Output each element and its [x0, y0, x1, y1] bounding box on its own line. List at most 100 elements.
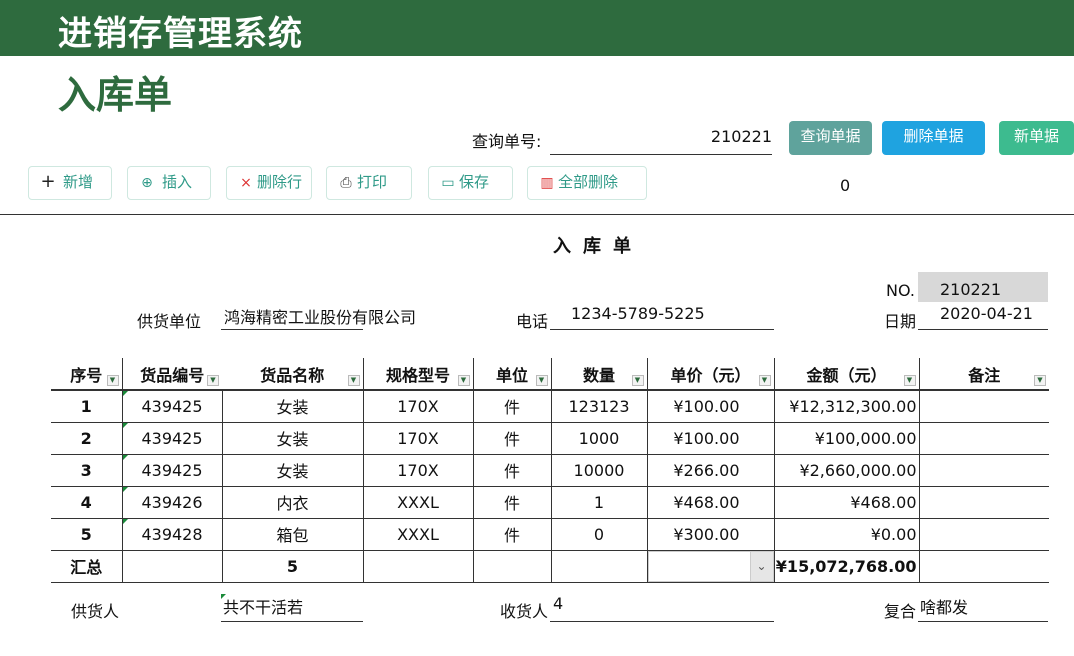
cell-unit[interactable]: 件	[472, 454, 551, 487]
supplier-label: 供货单位	[137, 312, 202, 331]
cell-code[interactable]: 439425	[121, 454, 222, 487]
cell-qty[interactable]: 0	[550, 518, 647, 551]
cell-code[interactable]: 439425	[121, 390, 222, 423]
checker-label: 复合	[884, 602, 917, 621]
cell-qty[interactable]: 1000	[550, 422, 647, 455]
col-header-price[interactable]: 单价（元） ▼	[646, 358, 774, 391]
cell-amount[interactable]: ¥2,660,000.00	[773, 454, 919, 487]
cell-price[interactable]: ¥468.00	[646, 486, 774, 519]
delete-document-button[interactable]: 删除单据	[882, 121, 985, 155]
receiver-field[interactable]: 4	[550, 594, 774, 622]
add-button[interactable]: + 新增	[28, 166, 112, 200]
cell-comment-marker	[122, 486, 128, 492]
receiver-label: 收货人	[500, 602, 549, 621]
cell-price[interactable]: ¥100.00	[646, 422, 774, 455]
cell-unit[interactable]: 件	[472, 518, 551, 551]
cell-remark[interactable]	[918, 390, 1049, 423]
cell-qty[interactable]: 123123	[550, 390, 647, 423]
chevron-down-icon[interactable]: ⌄	[749, 551, 773, 581]
cell-code[interactable]: 439428	[121, 518, 222, 551]
col-header-spec[interactable]: 规格型号 ▼	[362, 358, 473, 391]
filter-dropdown-icon: ▼	[106, 375, 119, 386]
total-empty-cell	[918, 550, 1049, 583]
col-header-name[interactable]: 货品名称 ▼	[222, 358, 363, 391]
cell-qty[interactable]: 10000	[550, 454, 647, 487]
cell-price[interactable]: ¥266.00	[646, 454, 774, 487]
cell-qty[interactable]: 1	[550, 486, 647, 519]
cell-amount[interactable]: ¥100,000.00	[773, 422, 919, 455]
delete-all-label: 全部删除	[558, 173, 619, 191]
cell-price[interactable]: ¥300.00	[646, 518, 774, 551]
delete-all-button[interactable]: ▥ 全部删除	[527, 166, 647, 200]
cell-code[interactable]: 439426	[121, 486, 222, 519]
insert-button[interactable]: ⊕ 插入	[127, 166, 211, 200]
cell-index[interactable]: 4	[51, 486, 122, 519]
price-dropdown-cell[interactable]: ⌄	[646, 550, 774, 583]
cell-unit[interactable]: 件	[472, 390, 551, 423]
total-empty-cell	[362, 550, 473, 583]
cell-unit[interactable]: 件	[472, 486, 551, 519]
cell-comment-marker	[221, 594, 226, 599]
cell-index[interactable]: 3	[51, 454, 122, 487]
cell-remark[interactable]	[918, 454, 1049, 487]
cell-remark[interactable]	[918, 518, 1049, 551]
cell-remark[interactable]	[918, 486, 1049, 519]
cell-index[interactable]: 1	[51, 390, 122, 423]
col-header-remark[interactable]: 备注 ▼	[918, 358, 1049, 391]
cell-index[interactable]: 2	[51, 422, 122, 455]
filter-dropdown-icon: ▼	[457, 375, 470, 386]
row-counter: 0	[840, 176, 851, 195]
cell-amount[interactable]: ¥0.00	[773, 518, 919, 551]
document-title: 入库单	[553, 236, 643, 257]
cell-name[interactable]: 箱包	[221, 518, 363, 551]
query-document-button[interactable]: 查询单据	[789, 121, 872, 155]
delete-row-button[interactable]: × 删除行	[226, 166, 312, 200]
supplier-field[interactable]: 鸿海精密工业股份有限公司	[221, 304, 416, 330]
query-number-field[interactable]: 210221	[550, 126, 772, 155]
cell-name[interactable]: 内衣	[221, 486, 363, 519]
col-header-qty[interactable]: 数量 ▼	[550, 358, 647, 391]
cell-spec[interactable]: XXXL	[362, 486, 473, 519]
col-header-code[interactable]: 货品编号 ▼	[121, 358, 222, 391]
cell-comment-marker	[122, 518, 128, 524]
cell-remark[interactable]	[918, 422, 1049, 455]
cell-unit[interactable]: 件	[472, 422, 551, 455]
print-button[interactable]: ⎙ 打印	[326, 166, 412, 200]
circle-plus-icon: ⊕	[141, 175, 153, 191]
cell-comment-marker	[122, 422, 128, 428]
cell-price[interactable]: ¥100.00	[646, 390, 774, 423]
filter-dropdown-icon: ▼	[903, 375, 916, 386]
cell-spec[interactable]: XXXL	[362, 518, 473, 551]
cell-name[interactable]: 女装	[221, 390, 363, 423]
document-number: 210221	[918, 272, 1048, 302]
col-header-index[interactable]: 序号 ▼	[51, 358, 122, 391]
date-field[interactable]: 2020-04-21	[918, 304, 1048, 330]
save-button[interactable]: ▭ 保存	[428, 166, 513, 200]
total-empty-cell	[121, 550, 222, 583]
cell-amount[interactable]: ¥468.00	[773, 486, 919, 519]
phone-label: 电话	[516, 312, 549, 331]
cell-name[interactable]: 女装	[221, 454, 363, 487]
cell-index[interactable]: 5	[51, 518, 122, 551]
supplier-person-label: 供货人	[71, 602, 120, 621]
items-table: 序号 ▼ 货品编号 ▼ 货品名称 ▼ 规格型号 ▼ 单位 ▼ 数量 ▼ 单价（元） ▼ 金额（…	[51, 358, 1049, 583]
cell-spec[interactable]: 170X	[362, 422, 473, 455]
checker-field[interactable]: 啥都发	[918, 594, 1048, 622]
table-header-row: 序号 ▼ 货品编号 ▼ 货品名称 ▼ 规格型号 ▼ 单位 ▼ 数量 ▼ 单价（元） ▼ 金额（…	[51, 358, 1049, 391]
delete-row-label: 删除行	[257, 173, 303, 191]
filter-dropdown-icon: ▼	[347, 375, 360, 386]
cell-code[interactable]: 439425	[121, 422, 222, 455]
col-header-unit[interactable]: 单位 ▼	[472, 358, 551, 391]
cell-comment-marker	[122, 391, 128, 396]
filter-dropdown-icon: ▼	[207, 375, 219, 386]
close-icon: ×	[240, 175, 252, 191]
cell-spec[interactable]: 170X	[362, 390, 473, 423]
col-header-amount[interactable]: 金额（元） ▼	[773, 358, 919, 391]
cell-spec[interactable]: 170X	[362, 454, 473, 487]
new-document-button[interactable]: 新单据	[999, 121, 1074, 155]
supplier-person-field[interactable]: 共不干活若	[221, 594, 363, 622]
date-label: 日期	[884, 312, 917, 331]
phone-field[interactable]: 1234-5789-5225	[550, 304, 774, 330]
cell-name[interactable]: 女装	[221, 422, 363, 455]
cell-amount[interactable]: ¥12,312,300.00	[773, 390, 919, 423]
